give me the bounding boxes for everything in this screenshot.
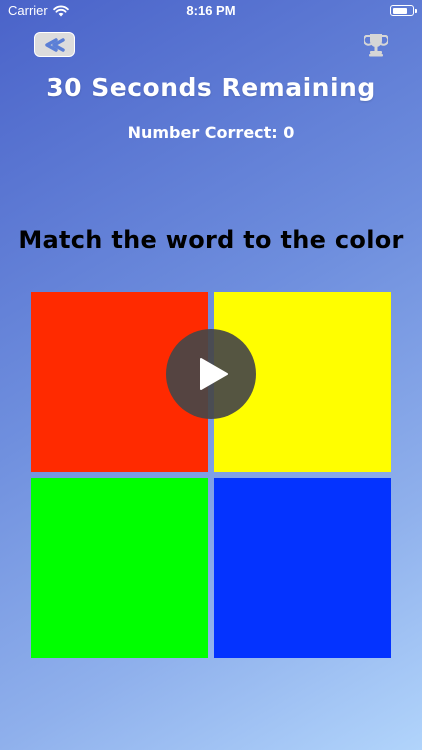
color-tile-blue[interactable]: [214, 478, 391, 658]
instruction-text: Match the word to the color: [18, 226, 404, 254]
play-button[interactable]: [166, 329, 256, 419]
trophy-icon[interactable]: [364, 32, 388, 58]
chevron-left-icon: [44, 37, 65, 52]
timer-text: 30 Seconds Remaining: [46, 73, 376, 102]
status-time: 8:16 PM: [186, 3, 236, 18]
score-text: Number Correct: 0: [127, 123, 295, 142]
battery-icon: [390, 5, 417, 16]
back-button[interactable]: [34, 32, 75, 57]
status-bar: Carrier 8:16 PM: [0, 0, 422, 22]
play-icon: [200, 358, 228, 390]
color-tile-green[interactable]: [31, 478, 208, 658]
battery-level: [392, 7, 408, 14]
